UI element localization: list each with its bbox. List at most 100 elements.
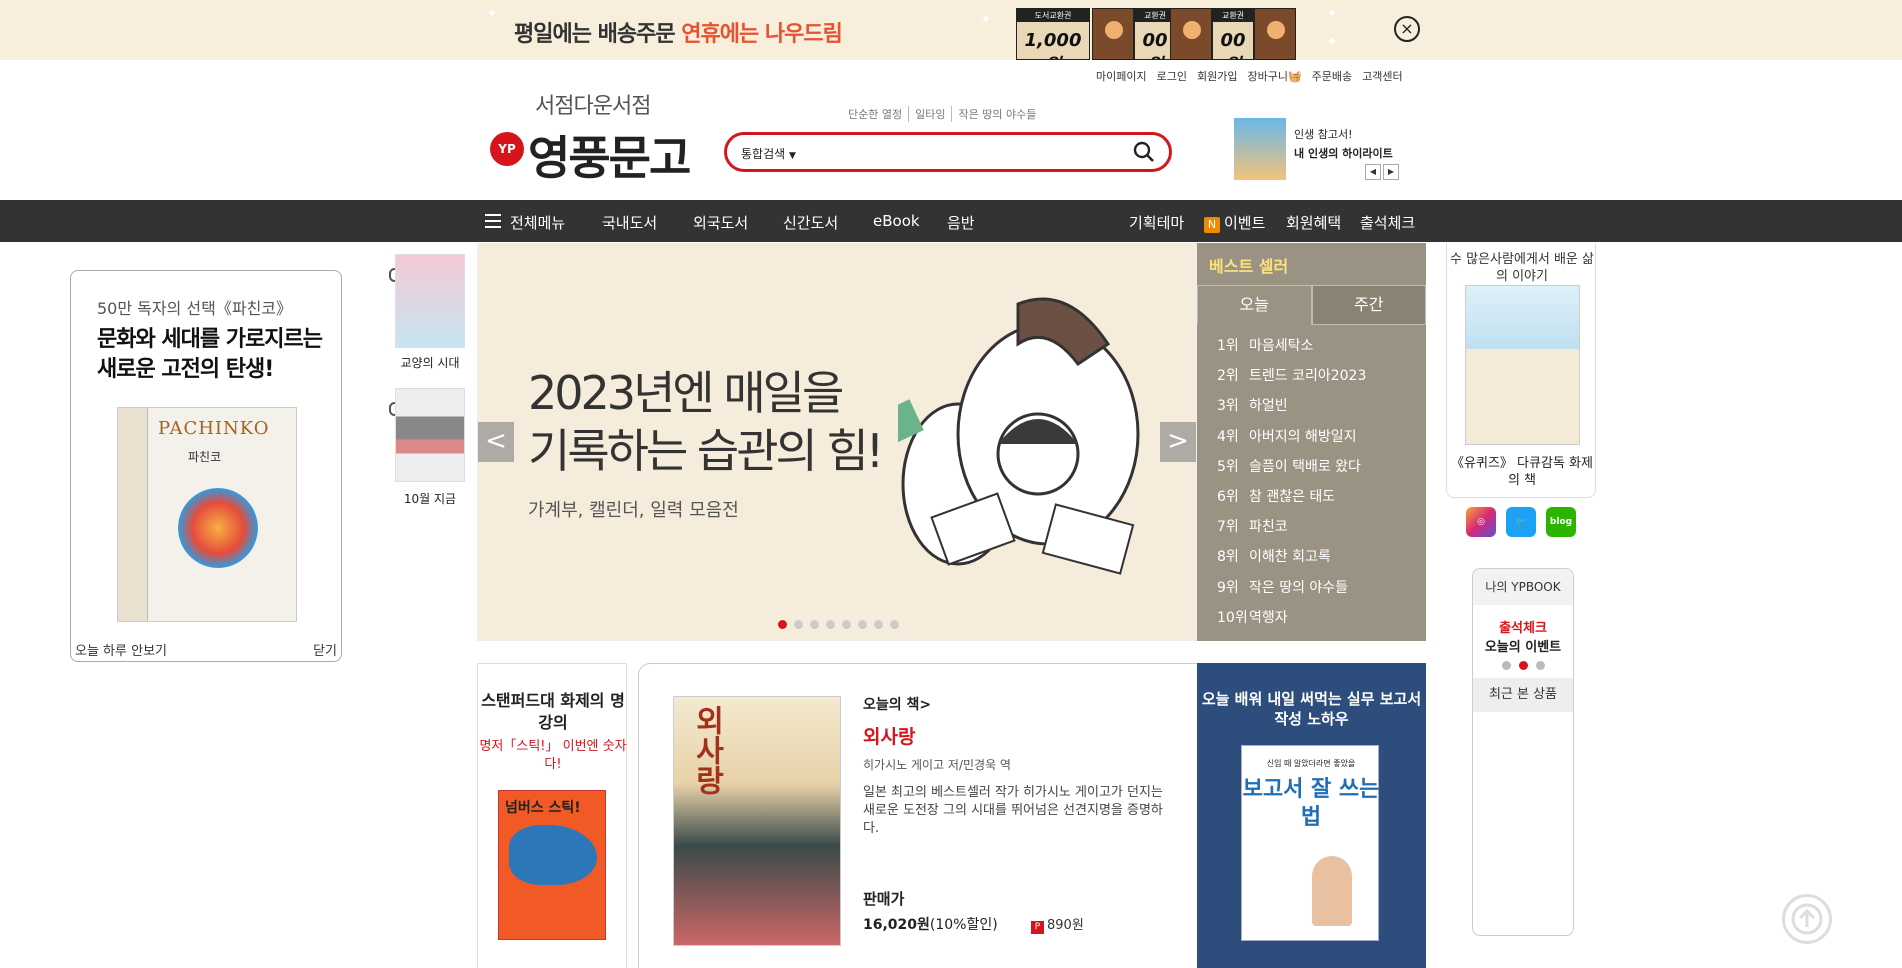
my-ypbook-header[interactable]: 나의 YPBOOK (1473, 569, 1573, 605)
nav-item-theme[interactable]: 기획테마 (1129, 212, 1184, 233)
header-promo-prev-button[interactable]: ◀ (1365, 164, 1381, 180)
twitter-icon[interactable]: 🐦 (1506, 507, 1536, 537)
search-input[interactable] (827, 141, 1117, 163)
pagination-dot[interactable] (778, 620, 787, 629)
pagination-dot[interactable] (842, 620, 851, 629)
bestseller-item[interactable]: 5위 슬픔이 택배로 왔다 (1217, 456, 1366, 486)
price-label: 판매가 (863, 890, 905, 908)
nav-item-ebook[interactable]: eBook (873, 212, 920, 230)
keyword-link[interactable]: 단순한 열정 (842, 106, 910, 122)
book-title: 하얼빈 (1249, 398, 1288, 415)
close-ad-button[interactable]: 닫기 (313, 640, 337, 659)
nav-all-menu[interactable]: 전체메뉴 (510, 212, 565, 233)
my-ypbook-panel: 나의 YPBOOK 출석체크 오늘의 이벤트 최근 본 상품 (1472, 568, 1574, 936)
search-scope-label: 통합검색 (741, 147, 786, 161)
pagination-dot[interactable] (858, 620, 867, 629)
rank: 7위 (1217, 519, 1239, 536)
bestseller-tabs: 오늘 주간 (1197, 285, 1426, 325)
side-book-caption[interactable]: 10월 지금 (385, 490, 475, 507)
side-book-cover[interactable] (395, 254, 465, 348)
main-banner[interactable]: 2023년엔 매일을 기록하는 습관의 힘! 가계부, 캘린더, 일력 모음전 … (477, 243, 1197, 641)
voucher-amount: 00원 (1220, 30, 1246, 59)
bestseller-item[interactable]: 7위 파친코 (1217, 516, 1366, 546)
pagination-dot[interactable] (874, 620, 883, 629)
pagination-dot[interactable] (1501, 661, 1511, 670)
nav-item-attendance[interactable]: 출석체크 (1360, 212, 1415, 233)
bestseller-item[interactable]: 8위 이해찬 회고록 (1217, 546, 1366, 576)
keyword-link[interactable]: 일타잉 (909, 106, 953, 122)
scroll-to-top-button[interactable] (1782, 894, 1832, 944)
nav-item-domestic[interactable]: 국내도서 (602, 212, 657, 233)
report-book-image: 신입 때 알았더라면 좋았을 보고서 잘 쓰는 법 (1241, 745, 1379, 941)
hamburger-menu-icon[interactable] (485, 214, 501, 228)
attendance-event-link[interactable]: 출석체크 (1473, 617, 1573, 636)
search-icon[interactable] (1133, 141, 1155, 167)
side-book-caption[interactable]: 교양의 시대 (385, 354, 475, 371)
recent-items-header[interactable]: 최근 본 상품 (1473, 678, 1573, 712)
nav-item-event-label: 이벤트 (1224, 214, 1266, 232)
today-event-link[interactable]: 오늘의 이벤트 (1473, 636, 1573, 655)
pagination-dot[interactable] (826, 620, 835, 629)
pagination-dot[interactable] (810, 620, 819, 629)
blog-icon[interactable]: blog (1546, 507, 1576, 537)
util-link-signup[interactable]: 회원가입 (1197, 68, 1237, 84)
discount: (10%할인) (929, 917, 998, 933)
banner-next-button[interactable]: > (1160, 422, 1196, 462)
pagination-dot[interactable] (890, 620, 899, 629)
bestseller-item[interactable]: 6위 참 괜찮은 태도 (1217, 486, 1366, 516)
hide-today-button[interactable]: 오늘 하루 안보기 (75, 640, 167, 659)
top-promo-bar[interactable]: ✦ ✦ ✦ ✦ 평일에는 배송주문 연휴에는 나우드림 도서교환권 1,000원… (0, 0, 1902, 60)
pagination-dot[interactable] (1535, 661, 1545, 670)
pagination-dot[interactable] (794, 620, 803, 629)
logo[interactable]: 영풍문고 (528, 122, 691, 188)
bestseller-item[interactable]: 4위 아버지의 해방일지 (1217, 426, 1366, 456)
util-link-orders[interactable]: 주문배송 (1312, 68, 1352, 84)
util-link-mypage[interactable]: 마이페이지 (1096, 68, 1147, 84)
util-link-cart[interactable]: 장바구니🧺 (1247, 68, 1301, 84)
pachinko-book-image: PACHINKO 파친코 (117, 407, 297, 622)
util-link-login[interactable]: 로그인 (1157, 68, 1187, 84)
cart-label: 장바구니 (1247, 70, 1288, 83)
search-scope-select[interactable]: 통합검색 ▼ (741, 145, 796, 162)
tab-weekly[interactable]: 주간 (1311, 285, 1426, 325)
nav-item-benefits[interactable]: 회원혜택 (1286, 212, 1341, 233)
left-floating-ad[interactable]: 50만 독자의 선택《파친코》 문화와 세대를 가로지르는 새로운 고전의 탄생… (70, 270, 342, 662)
bestseller-item[interactable]: 9위 작은 땅의 야수들 (1217, 577, 1366, 607)
numbers-stick-title: 넘버스 스틱! (505, 800, 581, 816)
price-value: 16,020원 (863, 917, 930, 933)
header-promo-book-image[interactable] (1234, 118, 1286, 180)
bestseller-item[interactable]: 2위 트렌드 코리아2023 (1217, 365, 1366, 395)
pagination-dot[interactable] (1518, 661, 1528, 670)
point: P 890원 (1031, 914, 1084, 934)
today-book-cover[interactable]: 외사랑 (673, 696, 841, 946)
nav-item-music[interactable]: 음반 (947, 212, 975, 233)
right-wing-ad[interactable]: 수 많은사람에게서 배운 삶의 이야기 《유퀴즈》 다큐감독 화제의 책 (1446, 243, 1596, 498)
header-promo-next-button[interactable]: ▶ (1383, 164, 1399, 180)
tab-today[interactable]: 오늘 (1197, 285, 1312, 325)
today-book-label[interactable]: 오늘의 책> (863, 694, 931, 714)
nav-item-foreign[interactable]: 외국도서 (693, 212, 748, 233)
header-promo-line2[interactable]: 내 인생의 하이라이트 (1294, 145, 1393, 161)
side-book-cover[interactable] (395, 388, 465, 482)
bestseller-item[interactable]: 10위역행자 (1217, 607, 1366, 637)
voucher-label: 교환권 (1213, 9, 1253, 22)
instagram-icon[interactable]: ◎ (1466, 507, 1496, 537)
banner-prev-button[interactable]: < (478, 422, 514, 462)
rank: 10위 (1217, 609, 1248, 626)
nav-item-event[interactable]: N 이벤트 (1204, 212, 1265, 233)
nav-item-new[interactable]: 신간도서 (783, 212, 838, 233)
stanford-book-ad[interactable]: 스탠퍼드대 화제의 명강의 명저「스틱!」 이번엔 숫자다! 넘버스 스틱! (477, 663, 627, 968)
book-title: 참 괜찮은 태도 (1249, 488, 1336, 505)
keyword-link[interactable]: 작은 땅의 야수들 (952, 106, 1042, 122)
bestseller-item[interactable]: 3위 하얼빈 (1217, 395, 1366, 425)
today-book-title[interactable]: 외사랑 (863, 722, 915, 749)
book-title: 아버지의 해방일지 (1249, 428, 1357, 445)
bestseller-item[interactable]: 1위 마음세탁소 (1217, 335, 1366, 365)
util-link-support[interactable]: 고객센터 (1362, 68, 1402, 84)
price: 16,020원(10%할인) (863, 914, 998, 934)
report-book-ad[interactable]: 오늘 배워 내일 써먹는 실무 보고서 작성 노하우 신입 때 알았더라면 좋았… (1197, 663, 1426, 968)
logo-badge-icon[interactable]: YP (490, 132, 524, 166)
close-promo-button[interactable]: × (1394, 16, 1420, 42)
today-book-author: 히가시노 게이고 저/민경욱 역 (863, 758, 1011, 772)
header-promo-line1[interactable]: 인생 참고서! (1294, 126, 1353, 142)
